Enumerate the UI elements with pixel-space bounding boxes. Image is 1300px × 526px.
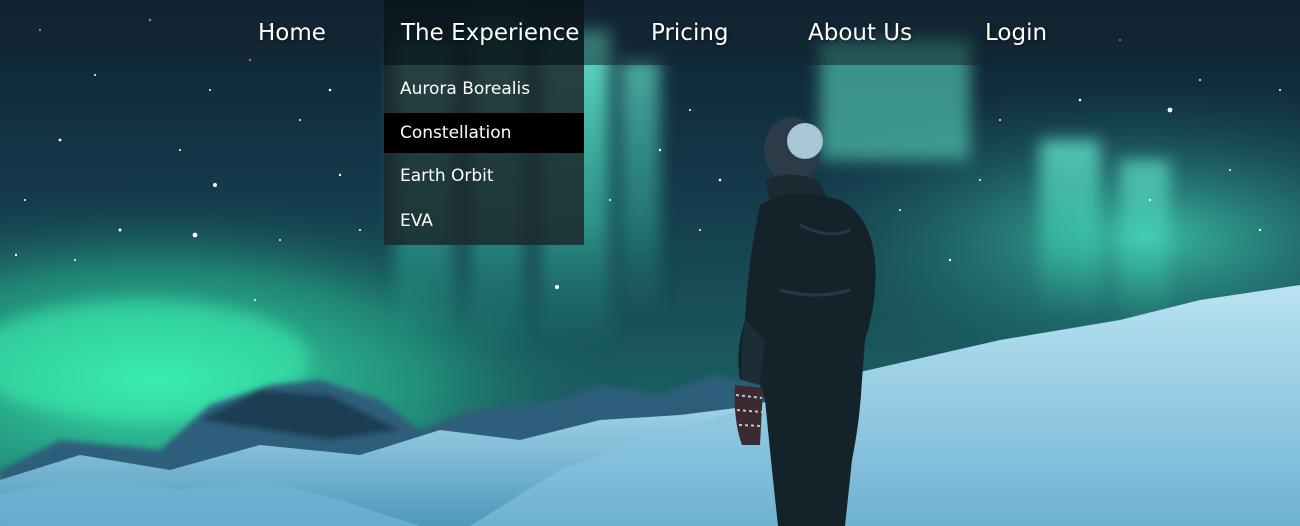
dropdown-item-earth-orbit[interactable]: Earth Orbit bbox=[384, 156, 584, 196]
dropdown-item-aurora-borealis[interactable]: Aurora Borealis bbox=[384, 69, 584, 109]
nav-home[interactable]: Home bbox=[258, 0, 326, 65]
dropdown-item-eva[interactable]: EVA bbox=[384, 201, 584, 241]
top-navbar: Home The Experience Pricing About Us Log… bbox=[0, 0, 1300, 65]
nav-about-us[interactable]: About Us bbox=[808, 0, 912, 65]
nav-the-experience[interactable]: The Experience bbox=[384, 0, 584, 65]
dropdown-item-constellation[interactable]: Constellation bbox=[384, 113, 584, 153]
nav-login[interactable]: Login bbox=[985, 0, 1047, 65]
nav-pricing[interactable]: Pricing bbox=[651, 0, 729, 65]
experience-dropdown-menu: Aurora Borealis Constellation Earth Orbi… bbox=[384, 65, 584, 245]
hero-background-image bbox=[0, 0, 1300, 526]
